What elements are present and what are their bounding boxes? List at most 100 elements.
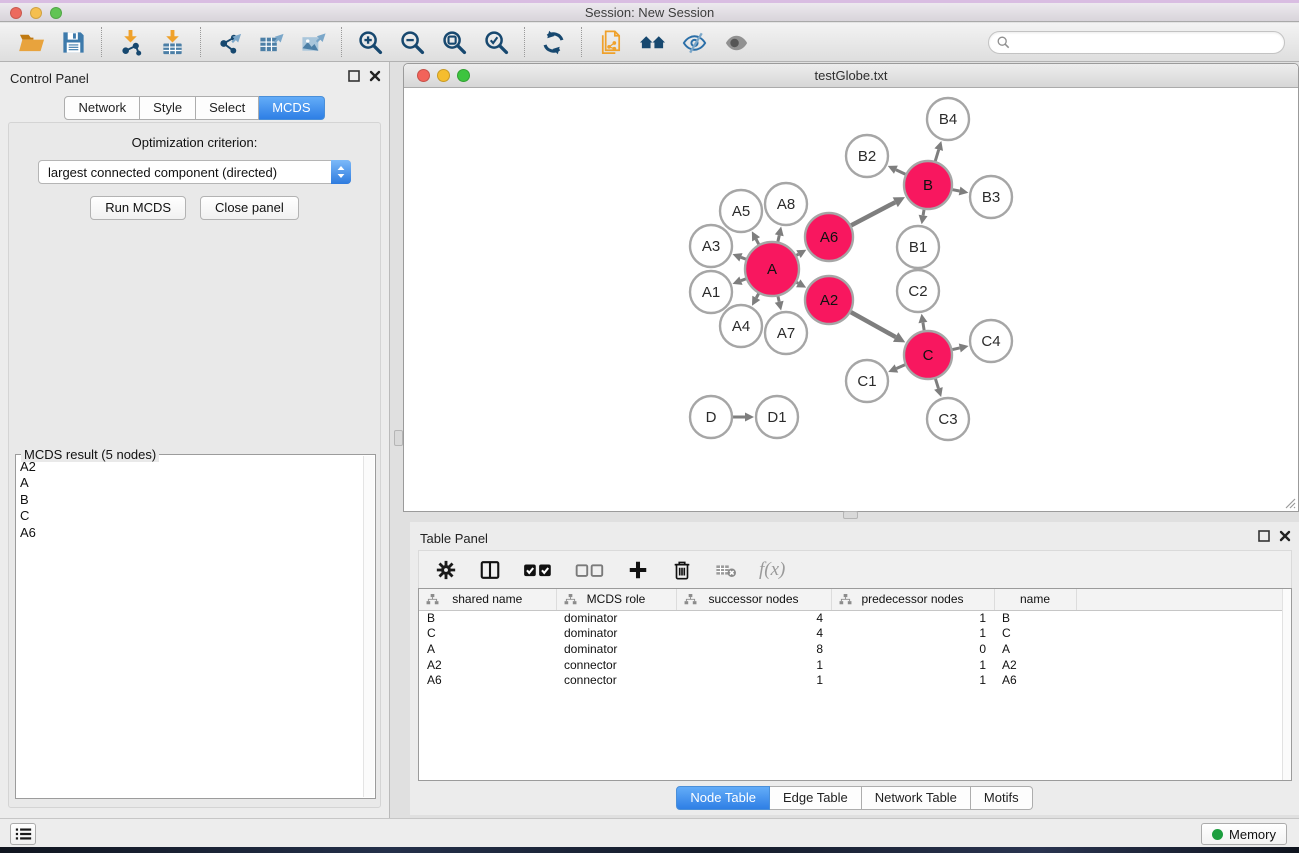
edge-B-B3[interactable] bbox=[953, 190, 960, 191]
node-C1[interactable]: C1 bbox=[846, 360, 888, 402]
export-table-icon[interactable] bbox=[254, 26, 288, 58]
table-cell[interactable]: 1 bbox=[831, 610, 994, 626]
zoom-out-icon[interactable] bbox=[395, 26, 429, 58]
table-cell[interactable]: 8 bbox=[676, 641, 831, 657]
zoom-in-icon[interactable] bbox=[353, 26, 387, 58]
column-header-shared-name[interactable]: shared name bbox=[419, 589, 556, 610]
edge-A-A4[interactable] bbox=[756, 294, 758, 298]
import-network-icon[interactable] bbox=[113, 26, 147, 58]
table-scrollbar[interactable] bbox=[1282, 589, 1291, 780]
edge-A-A8[interactable] bbox=[778, 235, 779, 241]
network-graph[interactable]: B4B2BB3A5A8A6A3AB1A1A2C2A4A7CC4C1C3DD1 bbox=[404, 88, 1298, 511]
task-history-button[interactable] bbox=[10, 823, 36, 845]
edge-C-C4[interactable] bbox=[952, 348, 959, 350]
result-item[interactable]: A6 bbox=[20, 525, 362, 541]
tab-mcds[interactable]: MCDS bbox=[259, 96, 324, 120]
result-item[interactable]: B bbox=[20, 492, 362, 508]
table-cell[interactable]: 1 bbox=[831, 657, 994, 673]
mcds-result-list[interactable]: A2ABCA6 bbox=[20, 459, 362, 797]
first-neighbors-icon[interactable] bbox=[635, 26, 669, 58]
node-A2[interactable]: A2 bbox=[805, 276, 853, 324]
result-item[interactable]: A2 bbox=[20, 459, 362, 475]
resize-grip-icon[interactable] bbox=[1283, 496, 1296, 509]
table-cell[interactable]: A2 bbox=[419, 657, 556, 673]
result-scrollbar[interactable] bbox=[363, 456, 374, 797]
table-row[interactable]: Cdominator41C bbox=[419, 626, 1291, 642]
table-cell[interactable]: dominator bbox=[556, 610, 676, 626]
table-cell[interactable]: A6 bbox=[419, 672, 556, 688]
edge-A6-B[interactable] bbox=[851, 202, 895, 225]
export-image-icon[interactable] bbox=[296, 26, 330, 58]
float-panel-icon[interactable] bbox=[348, 70, 360, 82]
zoom-selected-icon[interactable] bbox=[479, 26, 513, 58]
column-header-successor-nodes[interactable]: successor nodes bbox=[676, 589, 831, 610]
edge-B-B4[interactable] bbox=[935, 150, 938, 161]
search-input[interactable] bbox=[1015, 35, 1276, 49]
node-A5[interactable]: A5 bbox=[720, 190, 762, 232]
edge-B-B1[interactable] bbox=[923, 210, 924, 216]
column-header-MCDS-role[interactable]: MCDS role bbox=[556, 589, 676, 610]
table-cell[interactable]: 0 bbox=[831, 641, 994, 657]
search-field[interactable] bbox=[988, 31, 1285, 54]
result-item[interactable]: A bbox=[20, 475, 362, 491]
import-table-icon[interactable] bbox=[155, 26, 189, 58]
table-row[interactable]: Bdominator41B bbox=[419, 610, 1291, 626]
show-all-icon[interactable] bbox=[719, 26, 753, 58]
add-column-icon[interactable] bbox=[627, 556, 649, 584]
save-session-icon[interactable] bbox=[56, 26, 90, 58]
zoom-fit-icon[interactable] bbox=[437, 26, 471, 58]
table-cell[interactable]: A bbox=[419, 641, 556, 657]
edge-A-A7[interactable] bbox=[778, 296, 779, 301]
node-A4[interactable]: A4 bbox=[720, 305, 762, 347]
table-row[interactable]: A6connector11A6 bbox=[419, 672, 1291, 688]
table-cell[interactable]: A6 bbox=[994, 672, 1076, 688]
table-cell[interactable]: 1 bbox=[831, 626, 994, 642]
table-cell[interactable]: B bbox=[419, 610, 556, 626]
open-file-icon[interactable] bbox=[14, 26, 48, 58]
table-cell[interactable]: connector bbox=[556, 672, 676, 688]
table-cell[interactable]: A2 bbox=[994, 657, 1076, 673]
tab-network-table[interactable]: Network Table bbox=[862, 786, 971, 810]
table-cell[interactable]: B bbox=[994, 610, 1076, 626]
node-C2[interactable]: C2 bbox=[897, 270, 939, 312]
edge-A-A1[interactable] bbox=[741, 279, 746, 281]
delete-table-icon[interactable] bbox=[715, 556, 737, 584]
node-C4[interactable]: C4 bbox=[970, 320, 1012, 362]
network-canvas[interactable]: B4B2BB3A5A8A6A3AB1A1A2C2A4A7CC4C1C3DD1 bbox=[404, 88, 1298, 511]
node-B4[interactable]: B4 bbox=[927, 98, 969, 140]
vertical-split-handle[interactable] bbox=[394, 430, 403, 446]
edge-A-A6[interactable] bbox=[796, 254, 798, 255]
column-layout-icon[interactable] bbox=[479, 556, 501, 584]
settings-gear-icon[interactable] bbox=[435, 556, 457, 584]
table-cell[interactable]: connector bbox=[556, 657, 676, 673]
function-builder-icon[interactable]: f(x) bbox=[759, 556, 785, 584]
tab-style[interactable]: Style bbox=[140, 96, 196, 120]
table-row[interactable]: A2connector11A2 bbox=[419, 657, 1291, 673]
table-cell[interactable]: 1 bbox=[831, 672, 994, 688]
column-header-name[interactable]: name bbox=[994, 589, 1076, 610]
edge-A-A2[interactable] bbox=[797, 282, 799, 283]
node-A7[interactable]: A7 bbox=[765, 312, 807, 354]
float-table-panel-icon[interactable] bbox=[1258, 530, 1270, 542]
node-D[interactable]: D bbox=[690, 396, 732, 438]
node-A1[interactable]: A1 bbox=[690, 271, 732, 313]
edge-C-C2[interactable] bbox=[923, 323, 924, 331]
table-cell[interactable]: dominator bbox=[556, 626, 676, 642]
table-cell[interactable]: dominator bbox=[556, 641, 676, 657]
edge-A-A3[interactable] bbox=[741, 257, 746, 259]
tab-node-table[interactable]: Node Table bbox=[676, 786, 770, 810]
node-A3[interactable]: A3 bbox=[690, 225, 732, 267]
edge-A-A5[interactable] bbox=[756, 239, 759, 244]
select-all-icon[interactable] bbox=[523, 556, 553, 584]
node-B2[interactable]: B2 bbox=[846, 135, 888, 177]
tab-edge-table[interactable]: Edge Table bbox=[770, 786, 862, 810]
result-item[interactable]: C bbox=[20, 508, 362, 524]
column-header-predecessor-nodes[interactable]: predecessor nodes bbox=[831, 589, 994, 610]
export-network-icon[interactable] bbox=[212, 26, 246, 58]
table-cell[interactable]: 1 bbox=[676, 672, 831, 688]
refresh-icon[interactable] bbox=[536, 26, 570, 58]
node-D1[interactable]: D1 bbox=[756, 396, 798, 438]
table-row[interactable]: Adominator80A bbox=[419, 641, 1291, 657]
horizontal-split-handle[interactable] bbox=[843, 511, 858, 519]
criterion-dropdown[interactable]: largest connected component (directed) bbox=[38, 160, 351, 184]
